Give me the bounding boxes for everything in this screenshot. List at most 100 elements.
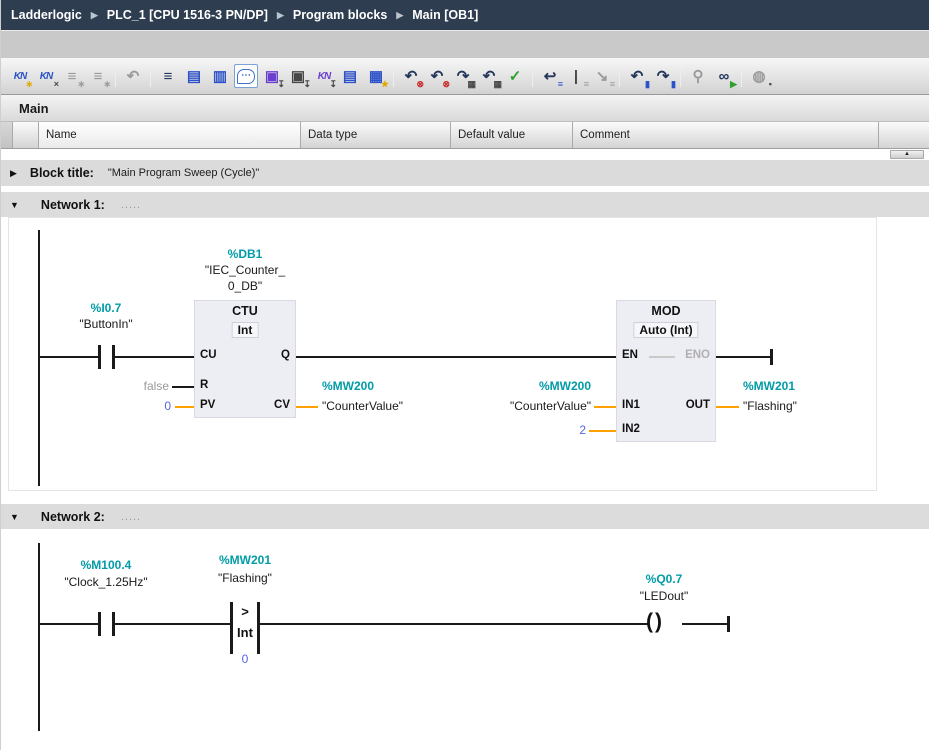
breadcrumb-arrow-icon: ▶ <box>277 10 284 21</box>
header-filler <box>879 122 929 149</box>
insert-network-icon[interactable]: KN∗ <box>8 64 32 88</box>
mod-type[interactable]: Auto (Int) <box>633 322 698 338</box>
rung-wire <box>115 356 194 358</box>
network-comments-toggle-icon[interactable]: ⋯ <box>234 64 258 88</box>
network-1-header[interactable]: ▼ Network 1: ..... <box>1 192 929 217</box>
delete-network-icon[interactable]: KN× <box>34 64 58 88</box>
collapse-triangle-icon[interactable]: ▼ <box>10 512 19 522</box>
pv-wire <box>175 406 194 408</box>
breadcrumb-program-blocks[interactable]: Program blocks <box>293 8 387 22</box>
close-networks-icon[interactable]: ▥ <box>208 64 232 88</box>
block-title-label: Block title: <box>30 166 94 180</box>
network-2-comment[interactable]: ..... <box>121 511 141 523</box>
operand-address[interactable]: %MW201 <box>743 379 795 393</box>
upload-from-device-icon[interactable]: ↶▦ <box>477 64 501 88</box>
cross-references-icon: ↘ <box>596 69 609 84</box>
operand-dropdown-icon[interactable]: KN↧ <box>312 64 336 88</box>
open-branch-icon[interactable]: ▤ <box>338 64 362 88</box>
operand-name[interactable]: "Flashing" <box>743 399 797 413</box>
expand-triangle-icon[interactable]: ▶ <box>10 168 17 179</box>
next-bookmark-icon[interactable]: ↷▮ <box>651 64 675 88</box>
data-snapshot-icon[interactable]: ◍▪ <box>747 64 771 88</box>
go-offline-icon: ↶ <box>431 69 444 84</box>
operand-name[interactable]: "CounterValue" <box>441 399 591 413</box>
cross-references-icon[interactable]: ↘≡ <box>590 64 614 88</box>
compare-operator[interactable]: > <box>215 604 275 619</box>
absolute-operands-icon[interactable]: ≡ <box>156 64 180 88</box>
operand-address[interactable]: %MW200 <box>441 379 591 393</box>
operand-dropdown-icon: KN <box>318 69 330 84</box>
collapse-triangle-icon[interactable]: ▼ <box>10 200 19 210</box>
db-name[interactable]: "IEC_Counter_ <box>185 263 305 277</box>
compare-value[interactable]: 0 <box>215 652 275 666</box>
data-snapshot-icon-badge: ▪ <box>769 80 772 89</box>
next-bookmark-icon: ↷ <box>657 69 670 84</box>
operand-name[interactable]: "Clock_1.25Hz" <box>46 575 166 589</box>
operand-address[interactable]: %M100.4 <box>46 558 166 572</box>
collapse-interface-button[interactable]: ▲ <box>890 150 924 159</box>
open-networks-icon[interactable]: ▤ <box>182 64 206 88</box>
goto-usage-icon[interactable]: |≡ <box>564 64 588 88</box>
contact-buttonin[interactable] <box>98 345 101 369</box>
data-snapshot-icon: ◍ <box>752 69 765 84</box>
breadcrumb-plc[interactable]: PLC_1 [CPU 1516-3 PN/DP] <box>107 8 268 22</box>
column-header-data-type[interactable]: Data type <box>301 122 451 149</box>
block-title-row: ▶ Block title: "Main Program Sweep (Cycl… <box>1 160 929 186</box>
coil-ledout[interactable]: () <box>646 610 664 634</box>
cv-wire <box>296 406 318 408</box>
ctu-type[interactable]: Int <box>232 322 259 338</box>
coil-left-arc: ( <box>646 610 655 633</box>
delete-row-icon[interactable]: ≡∗ <box>86 64 110 88</box>
db-address[interactable]: %DB1 <box>185 247 305 261</box>
out-wire <box>716 406 739 408</box>
goto-definition-icon: ↩ <box>544 69 557 84</box>
operand-address[interactable]: %Q0.7 <box>604 572 724 586</box>
rung-wire <box>115 623 231 625</box>
operand-name[interactable]: "ButtonIn" <box>46 317 166 331</box>
column-header-name[interactable]: Name <box>39 122 301 149</box>
previous-bookmark-icon[interactable]: ↶▮ <box>625 64 649 88</box>
close-networks-icon: ▥ <box>213 69 227 84</box>
pin-pv: PV <box>200 399 215 411</box>
discard-changes-icon[interactable]: ↶⊗ <box>399 64 423 88</box>
goto-usage-icon: | <box>574 69 578 84</box>
pv-input-value[interactable]: 0 <box>131 399 171 413</box>
breadcrumb-project[interactable]: Ladderlogic <box>11 8 82 22</box>
column-header-comment[interactable]: Comment <box>573 122 879 149</box>
download-to-device-icon[interactable]: ↷▦ <box>451 64 475 88</box>
contact-clock[interactable] <box>98 612 101 636</box>
compare-type[interactable]: Int <box>215 625 275 640</box>
block-title-value[interactable]: "Main Program Sweep (Cycle)" <box>108 167 259 179</box>
rung-wire <box>40 356 98 358</box>
monitoring-glasses-icon-badge: ▶ <box>730 80 737 89</box>
goto-definition-icon[interactable]: ↩≡ <box>538 64 562 88</box>
operand-address[interactable]: %MW201 <box>185 553 305 567</box>
r-input-value[interactable]: false <box>109 379 169 393</box>
column-header-default-value[interactable]: Default value <box>451 122 573 149</box>
compile-icon[interactable]: ✓ <box>503 64 527 88</box>
operand-name[interactable]: "Flashing" <box>185 571 305 585</box>
db-name[interactable]: 0_DB" <box>185 279 305 293</box>
r-wire <box>172 386 194 388</box>
toolbar-separator <box>680 65 681 87</box>
insert-row-icon-badge: ∗ <box>77 80 85 89</box>
go-offline-icon[interactable]: ↶⊗ <box>425 64 449 88</box>
operand-address[interactable]: %MW200 <box>322 379 374 393</box>
empty-box-dropdown-icon[interactable]: ▣↧ <box>286 64 310 88</box>
network-2-header[interactable]: ▼ Network 2: ..... <box>1 504 929 529</box>
monitoring-glasses-icon[interactable]: ∞▶ <box>712 64 736 88</box>
network-1-title: Network 1: <box>41 198 105 212</box>
favorites-dropdown-icon[interactable]: ▣↧ <box>260 64 284 88</box>
in2-input-value[interactable]: 2 <box>551 423 586 437</box>
power-rail <box>38 543 40 731</box>
insert-row-icon[interactable]: ≡∗ <box>60 64 84 88</box>
mod-box[interactable]: MOD Auto (Int) <box>616 300 716 442</box>
find-in-project-icon[interactable]: ⚲ <box>686 64 710 88</box>
operand-name[interactable]: "LEDout" <box>604 589 724 603</box>
operand-address[interactable]: %I0.7 <box>46 301 166 315</box>
breadcrumb-main-ob1[interactable]: Main [OB1] <box>412 8 478 22</box>
network-1-comment[interactable]: ..... <box>121 199 141 211</box>
add-favorite-icon[interactable]: ▦★ <box>364 64 388 88</box>
update-block-calls-icon[interactable]: ↶ <box>121 64 145 88</box>
operand-name[interactable]: "CounterValue" <box>322 399 403 413</box>
